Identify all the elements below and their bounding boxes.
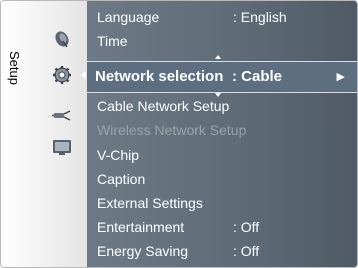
menu-item-cable-network-setup[interactable]: Cable Network Setup (87, 94, 357, 118)
setup-category-label: Setup (7, 51, 22, 85)
scroll-up-indicator (215, 55, 221, 59)
category-sidebar: Setup (1, 1, 87, 267)
menu-item-v-chip[interactable]: V-Chip (87, 143, 357, 167)
menu-item-caption[interactable]: Caption (87, 167, 357, 191)
menu-item-label: Cable Network Setup (97, 98, 230, 114)
selection-pointer-icon (81, 71, 86, 79)
menu-item-external-settings[interactable]: External Settings (87, 191, 357, 215)
tv-setup-menu-screen: Setup Language: English Time Network se… (0, 0, 358, 268)
setup-menu-panel: Language : English Time Network selectio… (87, 1, 357, 267)
menu-item-energy-saving[interactable]: Energy Saving : Off (87, 239, 357, 263)
menu-item-value: : Cable (232, 68, 283, 85)
menu-item-network-selection[interactable]: Network selection : Cable ▶ (87, 61, 357, 93)
menu-item-label: Caption (97, 171, 146, 187)
menu-item-label: Time (97, 33, 128, 49)
menu-item-value: : Off (233, 219, 260, 235)
menu-item-entertainment[interactable]: Entertainment : Off (87, 215, 357, 239)
menu-item-language[interactable]: Language : English (87, 5, 357, 29)
tv-screen-icon[interactable] (51, 137, 73, 157)
menu-item-label: External Settings (97, 195, 203, 211)
menu-item-value: : English (233, 9, 287, 25)
submenu-arrow-icon: ▶ (336, 71, 345, 83)
menu-item-label: Wireless Network Setup (97, 122, 247, 138)
satellite-dish-icon[interactable] (51, 29, 73, 49)
menu-item-value: : Off (233, 243, 260, 259)
plug-icon[interactable] (51, 105, 73, 125)
menu-item-label: Energy Saving (97, 243, 189, 259)
gear-icon[interactable] (51, 65, 73, 85)
menu-item-wireless-network-setup: Wireless Network Setup (87, 118, 357, 142)
menu-item-label: Language (97, 9, 160, 25)
menu-item-label: Entertainment (97, 219, 185, 235)
menu-item-label: V-Chip (97, 147, 140, 163)
menu-item-label: Network selection (95, 68, 224, 85)
menu-item-time[interactable]: Time (87, 29, 357, 53)
